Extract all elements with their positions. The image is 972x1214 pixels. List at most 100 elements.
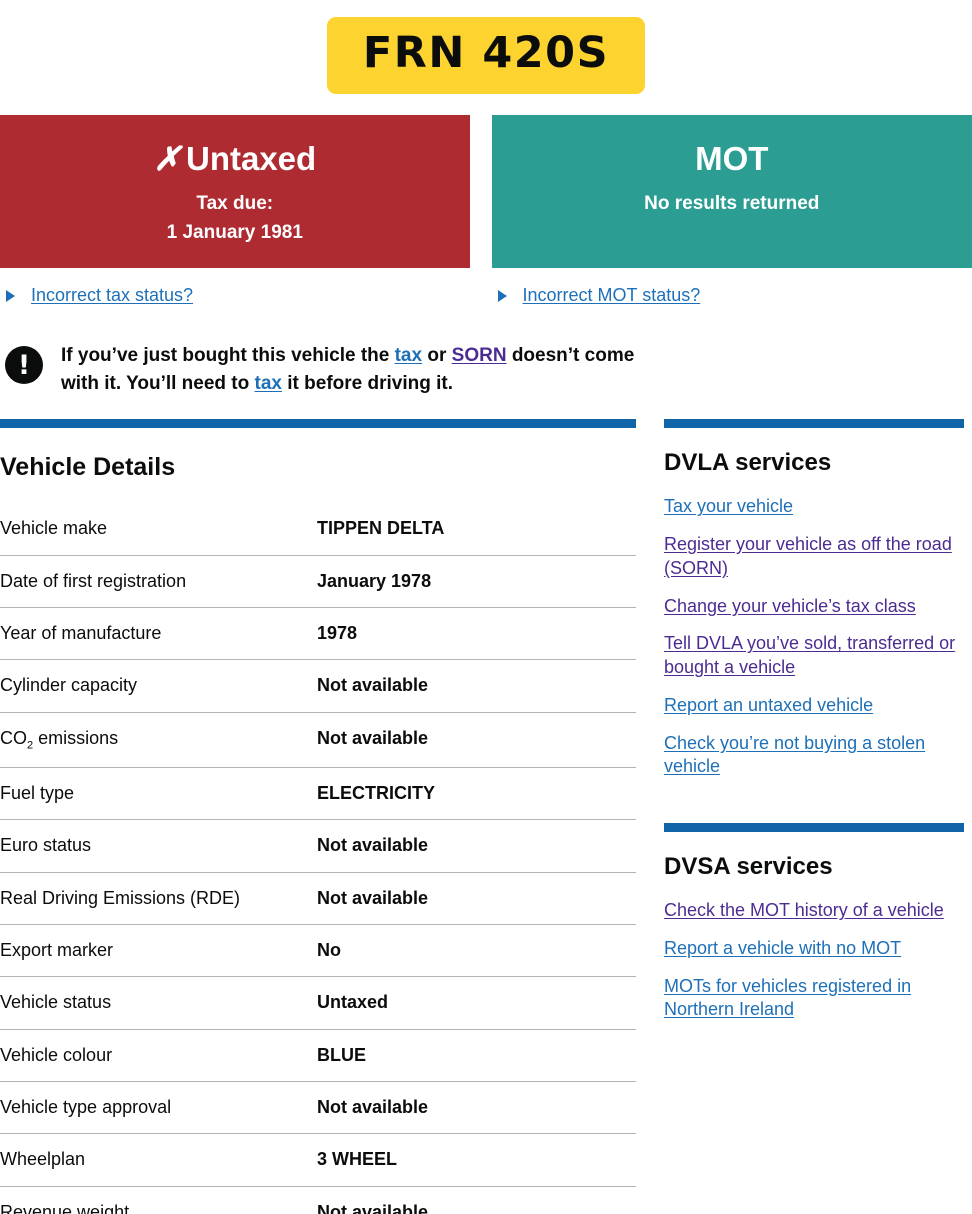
service-link[interactable]: Report an untaxed vehicle — [664, 695, 873, 715]
detail-label: Export marker — [0, 924, 317, 978]
detail-label: CO2 emissions — [0, 712, 317, 768]
mot-status-result: No results returned — [644, 192, 820, 214]
status-panels-row: ✗ Untaxed Tax due: 1 January 1981 Incorre… — [0, 115, 972, 306]
warning-text-part4: it before driving it. — [282, 373, 454, 395]
service-link[interactable]: Check you’re not buying a stolen vehicle — [664, 733, 925, 777]
dvla-services-heading: DVLA services — [664, 449, 832, 477]
list-item: Tax your vehicle — [664, 495, 964, 519]
table-row: Vehicle type approval Not available — [0, 1081, 636, 1135]
vehicle-check-page: FRN 420S ✗ Untaxed Tax due: 1 January 198… — [0, 0, 972, 1214]
mot-status-title: MOT — [695, 140, 769, 178]
list-item: Check the MOT history of a vehicle — [664, 899, 964, 923]
detail-label: Vehicle colour — [0, 1029, 317, 1083]
list-item: Register your vehicle as off the road (S… — [664, 533, 964, 581]
list-item: Report a vehicle with no MOT — [664, 937, 964, 961]
detail-value: Not available — [317, 659, 636, 713]
table-row: Export marker No — [0, 924, 636, 978]
list-item: MOTs for vehicles registered in Northern… — [664, 975, 964, 1023]
detail-value: January 1978 — [317, 555, 636, 609]
vehicle-details-column: Vehicle Details Vehicle make TIPPEN DELTA… — [0, 419, 636, 1214]
detail-value: Not available — [317, 872, 636, 925]
detail-value: Untaxed — [317, 976, 636, 1030]
service-link[interactable]: Register your vehicle as off the road (S… — [664, 534, 952, 578]
tax-status-label: Untaxed — [185, 140, 317, 178]
table-row: Wheelplan 3 WHEEL — [0, 1133, 636, 1187]
exclamation-icon: ! — [5, 346, 43, 385]
detail-value: Not available — [317, 1081, 636, 1135]
detail-label: Date of first registration — [0, 555, 317, 609]
list-item: Report an untaxed vehicle — [664, 694, 964, 718]
tax-link-2[interactable]: tax — [255, 373, 282, 394]
detail-label: Wheelplan — [0, 1133, 317, 1187]
tax-link-1[interactable]: tax — [395, 345, 422, 366]
table-row: CO2 emissions Not available — [0, 712, 636, 768]
incorrect-tax-status-row[interactable]: Incorrect tax status? — [0, 285, 470, 306]
warning-notice: ! If you’ve just bought this vehicle the… — [0, 342, 972, 398]
detail-value: Not available — [317, 1186, 636, 1214]
mot-status-panel: MOT No results returned — [491, 115, 972, 269]
list-item: Check you’re not buying a stolen vehicle — [664, 732, 964, 780]
dvla-services-block: DVLA services Tax your vehicle Register y… — [664, 419, 964, 779]
tax-status-panel: ✗ Untaxed Tax due: 1 January 1981 — [0, 115, 470, 269]
incorrect-mot-status-link[interactable]: Incorrect MOT status? — [523, 285, 701, 306]
vehicle-details-tbody: Vehicle make TIPPEN DELTA Date of first re… — [0, 503, 636, 1214]
number-plate-container: FRN 420S — [0, 0, 972, 95]
detail-value: BLUE — [317, 1029, 636, 1083]
service-link[interactable]: Check the MOT history of a vehicle — [664, 900, 944, 920]
table-row: Fuel type ELECTRICITY — [0, 767, 636, 821]
detail-label: Cylinder capacity — [0, 659, 317, 713]
list-item: Tell DVLA you’ve sold, transferred or bo… — [664, 632, 964, 680]
service-link[interactable]: MOTs for vehicles registered in Northern… — [664, 976, 911, 1020]
vehicle-details-heading: Vehicle Details — [0, 453, 176, 482]
table-row: Vehicle make TIPPEN DELTA — [0, 503, 636, 556]
vehicle-details-table: Vehicle make TIPPEN DELTA Date of first re… — [0, 503, 636, 1214]
detail-label: Year of manufacture — [0, 607, 317, 661]
service-link[interactable]: Tax your vehicle — [664, 496, 793, 516]
detail-label: Vehicle status — [0, 976, 317, 1030]
section-accent-bar — [664, 419, 964, 429]
services-sidebar: DVLA services Tax your vehicle Register y… — [664, 419, 964, 1214]
table-row: Revenue weight Not available — [0, 1186, 636, 1214]
mot-status-sub: No results returned — [506, 189, 958, 218]
detail-label: Fuel type — [0, 767, 317, 821]
dvsa-services-block: DVSA services Check the MOT history of a… — [664, 823, 964, 1022]
sorn-link[interactable]: SORN — [452, 345, 507, 366]
dvla-services-list: Tax your vehicle Register your vehicle as… — [664, 495, 964, 779]
detail-label: Euro status — [0, 819, 317, 873]
content-columns: Vehicle Details Vehicle make TIPPEN DELTA… — [0, 419, 972, 1214]
dvsa-services-list: Check the MOT history of a vehicle Report… — [664, 899, 964, 1022]
chevron-right-icon — [497, 289, 507, 302]
table-row: Year of manufacture 1978 — [0, 607, 636, 661]
detail-label: Vehicle type approval — [0, 1081, 317, 1135]
tax-due-label: Tax due: — [196, 192, 274, 214]
warning-text-part2: or — [422, 345, 452, 367]
detail-value: 1978 — [317, 607, 636, 661]
detail-value: TIPPEN DELTA — [317, 503, 636, 556]
section-accent-bar — [0, 419, 636, 429]
registration-number: FRN 420S — [362, 28, 610, 78]
tax-due-block: Tax due: 1 January 1981 — [14, 189, 456, 248]
table-row: Euro status Not available — [0, 819, 636, 873]
detail-label: Vehicle make — [0, 503, 317, 556]
detail-label: Real Driving Emissions (RDE) — [0, 872, 317, 925]
table-row: Real Driving Emissions (RDE) Not availabl… — [0, 872, 636, 925]
service-link[interactable]: Report a vehicle with no MOT — [664, 938, 901, 958]
tax-status-column: ✗ Untaxed Tax due: 1 January 1981 Incorre… — [0, 115, 470, 306]
table-row: Date of first registration January 1978 — [0, 555, 636, 609]
detail-value: Not available — [317, 819, 636, 873]
detail-value: 3 WHEEL — [317, 1133, 636, 1187]
service-link[interactable]: Tell DVLA you’ve sold, transferred or bo… — [664, 633, 955, 677]
table-row: Cylinder capacity Not available — [0, 659, 636, 713]
number-plate: FRN 420S — [326, 17, 646, 95]
dvsa-services-heading: DVSA services — [664, 853, 833, 881]
incorrect-mot-status-row[interactable]: Incorrect MOT status? — [492, 285, 972, 306]
detail-value: Not available — [317, 712, 636, 768]
mot-status-column: MOT No results returned Incorrect MOT st… — [491, 115, 972, 306]
service-link[interactable]: Change your vehicle’s tax class — [664, 596, 916, 616]
detail-value: ELECTRICITY — [317, 767, 636, 821]
table-row: Vehicle colour BLUE — [0, 1029, 636, 1083]
section-accent-bar — [664, 823, 964, 833]
incorrect-tax-status-link[interactable]: Incorrect tax status? — [31, 285, 193, 306]
tax-due-date: 1 January 1981 — [166, 222, 303, 244]
cross-mark-icon: ✗ — [153, 140, 181, 178]
